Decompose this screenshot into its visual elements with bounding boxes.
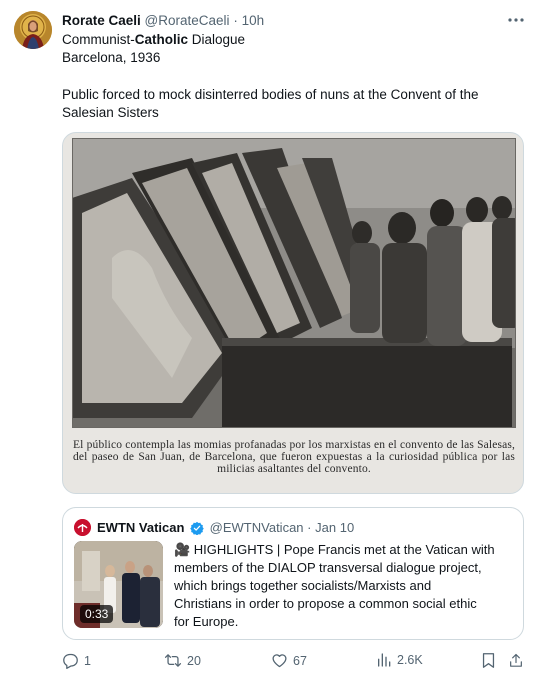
avatar[interactable]: [14, 11, 52, 49]
retweet-button[interactable]: 20: [164, 652, 201, 669]
quoted-timestamp[interactable]: Jan 10: [315, 520, 354, 535]
quoted-video-thumbnail[interactable]: 0:33: [74, 541, 163, 628]
tweet-actions: 1 20 67 2.6K: [0, 652, 535, 672]
heart-icon: [272, 654, 287, 668]
verified-badge-icon: [190, 521, 204, 535]
historical-photo: [72, 138, 516, 428]
tweet-timestamp[interactable]: 10h: [242, 13, 265, 28]
tweet-text-line: Public forced to mock disinterred bodies…: [62, 87, 479, 102]
tweet-text-segment: Communist-: [62, 32, 135, 47]
quoted-text-line: Christians in order to propose a common …: [174, 596, 477, 611]
bookmark-button[interactable]: [481, 652, 501, 669]
author-handle[interactable]: @RorateCaeli: [145, 13, 230, 28]
ewtn-logo-mark: [74, 519, 91, 536]
tweet-text-segment: Dialogue: [188, 32, 246, 47]
view-count: 2.6K: [397, 653, 423, 667]
tweet-photo[interactable]: El público contempla las momias profanad…: [62, 132, 524, 494]
tweet-text-line: Communist-Catholic Dialogue: [62, 31, 245, 49]
bookmark-icon: [482, 653, 495, 668]
views-button[interactable]: 2.6K: [376, 652, 423, 668]
quoted-author-handle[interactable]: @EWTNVatican: [210, 520, 304, 535]
separator-dot: ·: [307, 520, 312, 535]
quoted-text-line: members of the DIALOP transversal dialog…: [174, 560, 482, 575]
icon-portrait-icon: [14, 11, 52, 49]
separator-dot: ·: [233, 13, 238, 28]
share-button[interactable]: [508, 652, 529, 669]
reply-count: 1: [84, 653, 91, 668]
video-duration: 0:33: [80, 605, 114, 623]
photo-illustration: [72, 138, 516, 428]
quoted-author-name[interactable]: EWTN Vatican: [97, 520, 184, 535]
tweet: Rorate Caeli @RorateCaeli · 10h Communis…: [0, 0, 535, 676]
reply-icon: [63, 653, 78, 669]
quoted-tweet[interactable]: EWTN Vatican @EWTNVatican · Jan 10 0:33 …: [62, 507, 524, 640]
reply-button[interactable]: 1: [62, 652, 91, 669]
photo-caption: El público contempla las momias profanad…: [73, 439, 515, 475]
like-button[interactable]: 67: [271, 652, 307, 669]
retweet-icon: [164, 654, 182, 667]
ewtn-logo-icon: [74, 519, 91, 536]
tweet-text-line: Salesian Sisters: [62, 105, 159, 120]
tweet-text-line: Barcelona, 1936: [62, 50, 161, 65]
quoted-text-line: 🎥 HIGHLIGHTS | Pope Francis met at the V…: [174, 542, 495, 557]
author-name[interactable]: Rorate Caeli: [62, 13, 141, 28]
more-options-button[interactable]: [505, 10, 527, 30]
quoted-text-line: which brings together socialists/Marxist…: [174, 578, 432, 593]
tweet-text-bold: Catholic: [134, 32, 189, 47]
quoted-header: EWTN Vatican @EWTNVatican · Jan 10: [97, 520, 354, 536]
like-count: 67: [293, 653, 307, 668]
retweet-count: 20: [187, 653, 201, 668]
tweet-header: Rorate Caeli @RorateCaeli · 10h: [62, 12, 264, 29]
share-icon: [510, 653, 522, 667]
quoted-text-line: for Europe.: [174, 614, 239, 629]
analytics-icon: [378, 653, 391, 667]
more-horizontal-icon: [508, 18, 524, 22]
